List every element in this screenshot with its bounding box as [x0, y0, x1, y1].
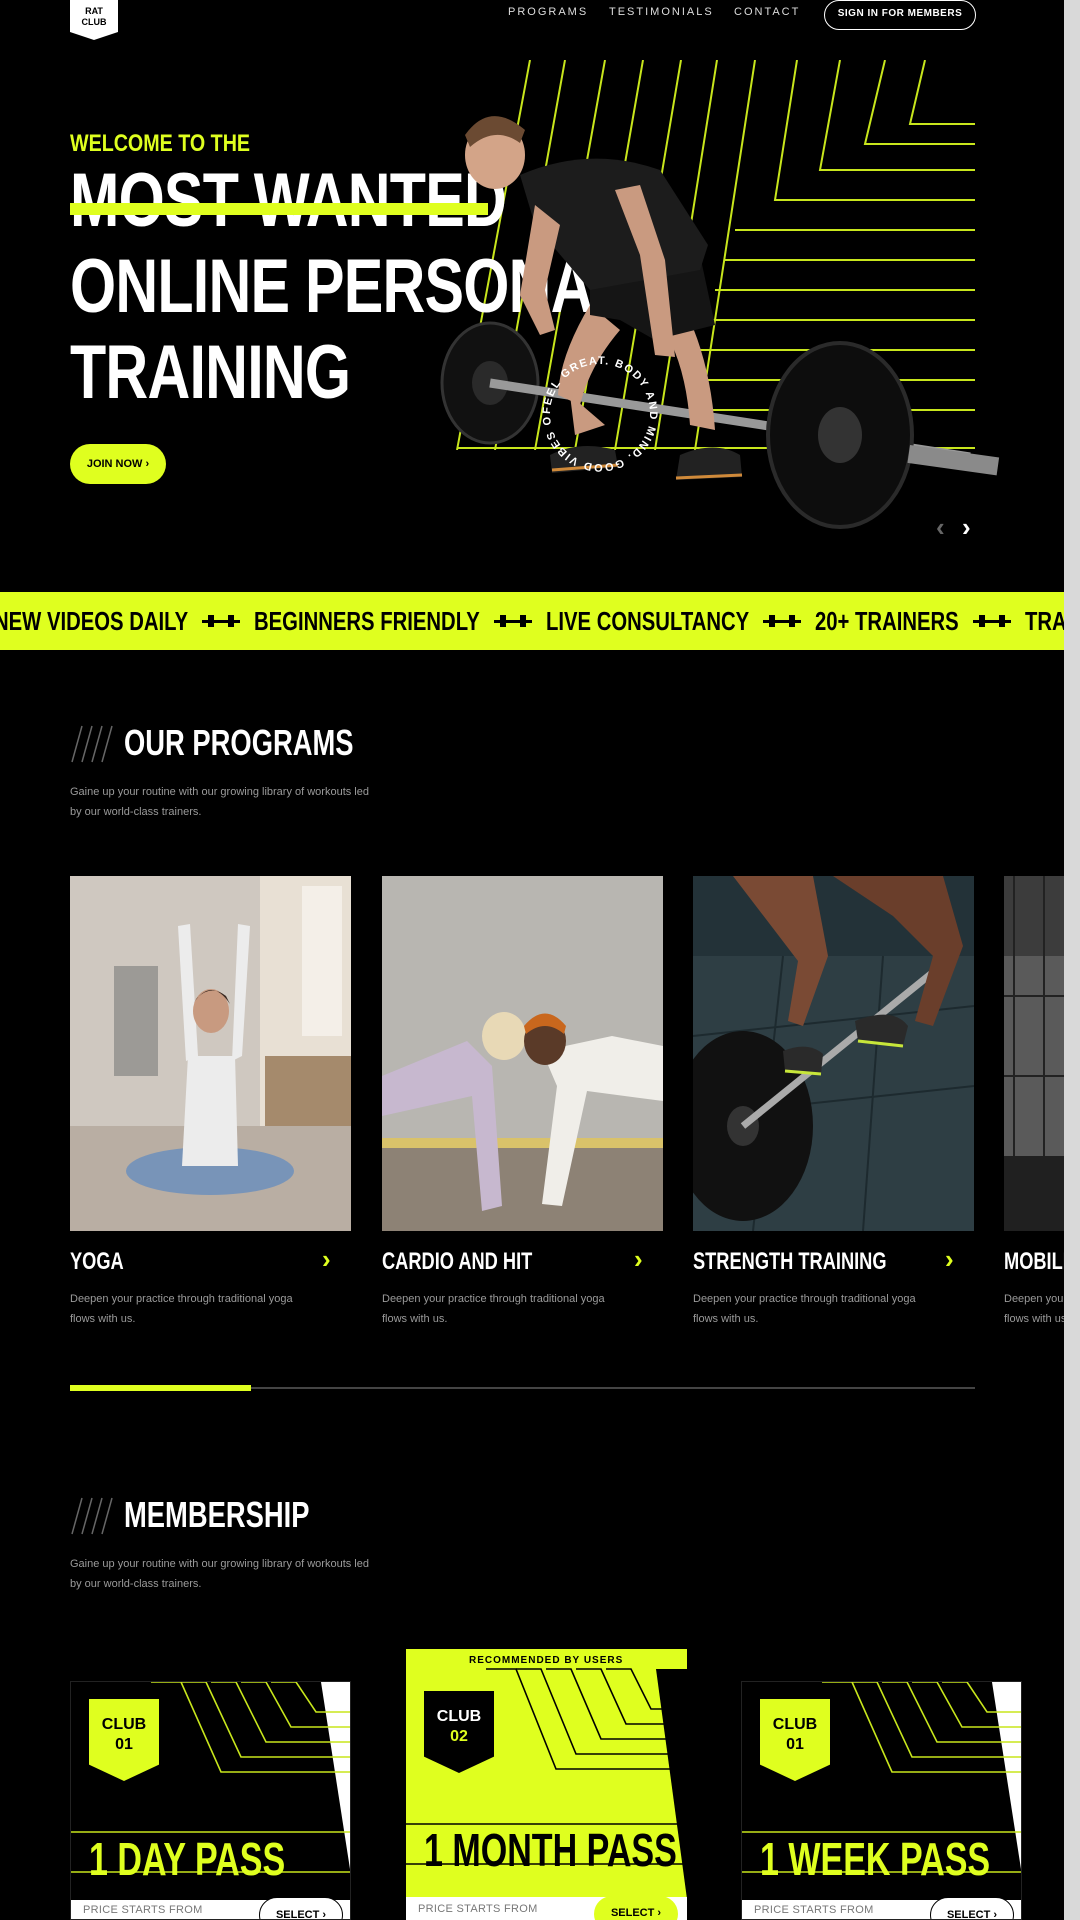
programs-slash-icon	[71, 725, 113, 763]
hero-next-arrow[interactable]: ›	[962, 512, 971, 543]
programs-title: OUR PROGRAMS	[124, 722, 354, 763]
program-desc-mobility: Deepen your practice through traditional…	[1004, 1293, 1064, 1325]
program-title-strength[interactable]: STRENGTH TRAINING	[693, 1248, 887, 1276]
plan-title-week: 1 WEEK PASS	[760, 1833, 991, 1885]
plan-title-month: 1 MONTH PASS	[424, 1824, 677, 1876]
ticker-item: LIVE CONSULTANCY	[545, 605, 750, 636]
ticker-item-wrap: NEW VIDEOS DAILY	[0, 606, 188, 637]
plan-club-badge-week: CLUB 01	[760, 1699, 830, 1781]
hero-circular-badge: FEEL GREAT. BODY AND MIND. GOOD VIBES ON…	[534, 348, 659, 473]
nav-link-contact[interactable]: CONTACT	[734, 6, 800, 18]
membership-description: Gaine up your routine with our growing l…	[70, 1558, 369, 1590]
hero-headline-line3: TRAINING	[70, 330, 351, 415]
programs-scroll-track[interactable]	[70, 1385, 975, 1391]
ticker-item: TRAIN ANYWHERE	[1024, 605, 1064, 636]
nav-link-programs[interactable]: PROGRAMS	[508, 6, 588, 18]
plan-card-month[interactable]: RECOMMENDED BY USERS CLUB 02 1 MONTH PAS…	[406, 1649, 687, 1920]
logo-line-2: CLUB	[81, 17, 107, 27]
ticker-item-wrap: LIVE CONSULTANCY	[546, 606, 749, 637]
ticker-item: 20+ TRAINERS	[815, 605, 959, 636]
nav-link-testimonials[interactable]: TESTIMONIALS	[609, 6, 714, 18]
viewport-edge	[1064, 0, 1080, 1920]
ticker-separator-icon	[972, 615, 1011, 627]
program-image-cardio[interactable]	[382, 876, 663, 1231]
ticker-item: NEW VIDEOS DAILY	[0, 605, 189, 636]
program-title-yoga[interactable]: YOGA	[70, 1248, 124, 1276]
plan-club-number: 01	[115, 1736, 133, 1753]
programs-scroll-thumb[interactable]	[70, 1385, 251, 1391]
program-card-mobility-clip: MOBILITY Deepen your practice through tr…	[1004, 1240, 1064, 1340]
join-now-button[interactable]: JOIN NOW ›	[70, 444, 166, 484]
ticker-item-wrap: TRAIN ANYWHERE	[1025, 606, 1064, 637]
hero-prev-arrow[interactable]: ‹	[936, 512, 945, 543]
ticker-separator-icon	[493, 615, 532, 627]
program-desc-cardio: Deepen your practice through traditional…	[382, 1293, 605, 1325]
program-arrow-strength[interactable]: ›	[945, 1244, 954, 1275]
plan-price-label-month: PRICE STARTS FROM	[418, 1903, 538, 1915]
plan-club-badge-month: CLUB 02	[424, 1691, 494, 1773]
hero-athlete-image	[440, 116, 1000, 529]
ticker-separator-icon	[763, 615, 802, 627]
plan-title-day: 1 DAY PASS	[89, 1833, 286, 1885]
plan-club-badge-day: CLUB 01	[89, 1699, 159, 1781]
program-desc-yoga: Deepen your practice through traditional…	[70, 1293, 293, 1325]
program-title-mobility[interactable]: MOBILITY	[1004, 1248, 1064, 1276]
logo-line-1: RAT	[85, 6, 103, 16]
ticker-separator-icon	[202, 615, 241, 627]
plan-select-week[interactable]: SELECT ›	[930, 1897, 1014, 1919]
plan-club-number: 02	[450, 1728, 468, 1745]
ticker-item-wrap: BEGINNERS FRIENDLY	[254, 606, 480, 637]
recommended-label: RECOMMENDED BY USERS	[469, 1655, 624, 1666]
hero-welcome: WELCOME TO THE	[70, 130, 251, 157]
programs-description: Gaine up your routine with our growing l…	[70, 786, 369, 818]
ticker-item-wrap: 20+ TRAINERS	[815, 606, 959, 637]
plan-price-label-week: PRICE STARTS FROM	[754, 1904, 874, 1916]
plan-club-number: 01	[786, 1736, 804, 1753]
signin-button[interactable]: SIGN IN FOR MEMBERS	[824, 0, 976, 30]
program-image-yoga[interactable]	[70, 876, 351, 1231]
plan-card-week[interactable]: CLUB 01 1 WEEK PASS PRICE STARTS FROM SE…	[741, 1681, 1022, 1920]
program-desc-strength: Deepen your practice through traditional…	[693, 1293, 916, 1325]
svg-text:FEEL GREAT. BODY AND MIND. GOO: FEEL GREAT. BODY AND MIND. GOOD VIBES ON…	[534, 348, 659, 473]
plan-club-label: CLUB	[101, 1716, 147, 1733]
membership-slash-icon	[71, 1497, 113, 1535]
club-logo[interactable]: RAT CLUB	[70, 0, 118, 40]
ticker-item: BEGINNERS FRIENDLY	[254, 605, 480, 636]
hero-strike-bar	[70, 203, 488, 215]
plan-club-label: CLUB	[436, 1708, 482, 1725]
program-image-mobility[interactable]	[1004, 876, 1064, 1231]
program-arrow-cardio[interactable]: ›	[634, 1244, 643, 1275]
membership-title: MEMBERSHIP	[124, 1494, 310, 1535]
feature-ticker: NEW VIDEOS DAILY BEGINNERS FRIENDLY LIVE C…	[0, 592, 1064, 650]
program-title-cardio[interactable]: CARDIO AND HIT	[382, 1248, 532, 1276]
plan-select-month[interactable]: SELECT ›	[594, 1896, 678, 1920]
plan-price-label-day: PRICE STARTS FROM	[83, 1904, 203, 1916]
program-arrow-yoga[interactable]: ›	[322, 1244, 331, 1275]
program-image-strength[interactable]	[693, 876, 974, 1231]
plan-club-label: CLUB	[772, 1716, 818, 1733]
plan-select-day[interactable]: SELECT ›	[259, 1897, 343, 1919]
plan-card-day[interactable]: CLUB 01 1 DAY PASS PRICE STARTS FROM SEL…	[70, 1681, 351, 1920]
